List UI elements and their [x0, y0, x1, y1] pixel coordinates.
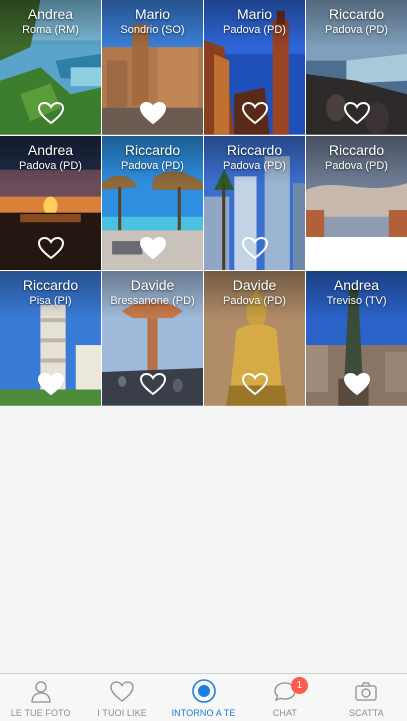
photo-author[interactable]: Mario: [102, 6, 203, 22]
tab-label: SCATTA: [348, 708, 384, 718]
photo-tile[interactable]: Riccardo Padova (PD): [102, 135, 203, 271]
tab-chat[interactable]: 1 CHAT: [244, 674, 325, 721]
tab-label: INTORNO A TE: [171, 708, 236, 718]
like-heart-icon[interactable]: [343, 101, 371, 125]
photo-tile[interactable]: Riccardo Padova (PD): [306, 135, 407, 271]
tab-label: CHAT: [272, 708, 298, 718]
photo-location: Padova (PD): [121, 159, 184, 172]
tab-scatta[interactable]: SCATTA: [326, 674, 407, 721]
photo-tile[interactable]: Andrea Roma (RM): [0, 0, 101, 135]
photo-location: Bressanone (PD): [110, 295, 195, 308]
photo-author[interactable]: Riccardo: [0, 277, 101, 293]
tab-intorno-a-te[interactable]: INTORNO A TE: [163, 674, 244, 721]
photo-location: Padova (PD): [223, 24, 286, 36]
photo-author[interactable]: Davide: [102, 277, 203, 293]
like-heart-icon[interactable]: [241, 101, 269, 125]
photo-tile[interactable]: Riccardo Padova (PD): [204, 135, 305, 271]
photo-author[interactable]: Andrea: [306, 277, 407, 293]
like-heart-icon[interactable]: [139, 101, 167, 125]
tab-i-tuoi-like[interactable]: I TUOI LIKE: [81, 674, 162, 721]
photo-author[interactable]: Mario: [204, 6, 305, 22]
photo-tile[interactable]: Andrea Treviso (TV): [306, 271, 407, 406]
photo-author[interactable]: Andrea: [0, 142, 101, 158]
photo-author[interactable]: Riccardo: [102, 142, 203, 158]
photo-location: Sondrio (SO): [120, 24, 185, 36]
photo-tile[interactable]: Andrea Padova (PD): [0, 135, 101, 271]
camera-icon: [353, 678, 379, 704]
tab-bar: LE TUE FOTO I TUOI LIKE INTORNO A TE 1 C…: [0, 673, 407, 721]
photo-tile[interactable]: Davide Bressanone (PD): [102, 271, 203, 406]
tab-label: LE TUE FOTO: [10, 708, 71, 718]
photo-tile[interactable]: Riccardo Pisa (PI): [0, 271, 101, 406]
like-heart-icon[interactable]: [343, 372, 371, 396]
tab-label: I TUOI LIKE: [97, 708, 147, 718]
photo-location: Roma (RM): [22, 24, 79, 36]
like-heart-icon[interactable]: [241, 236, 269, 260]
location-icon: [191, 678, 217, 704]
photo-location: Padova (PD): [325, 159, 388, 172]
photo-location: Padova (PD): [325, 24, 388, 36]
photo-author[interactable]: Riccardo: [306, 142, 407, 158]
like-heart-icon[interactable]: [139, 372, 167, 396]
photo-tile[interactable]: Mario Sondrio (SO): [102, 0, 203, 135]
photo-author[interactable]: Davide: [204, 277, 305, 293]
like-heart-icon[interactable]: [37, 101, 65, 125]
photo-location: Padova (PD): [223, 159, 286, 172]
like-heart-icon[interactable]: [37, 372, 65, 396]
heart-icon: [109, 678, 135, 704]
like-heart-icon[interactable]: [343, 236, 371, 260]
photo-author[interactable]: Andrea: [0, 6, 101, 22]
photo-location: Padova (PD): [19, 159, 82, 172]
photo-tile[interactable]: Mario Padova (PD): [204, 0, 305, 135]
photo-author[interactable]: Riccardo: [306, 6, 407, 22]
like-heart-icon[interactable]: [139, 236, 167, 260]
photo-tile[interactable]: Davide Padova (PD): [204, 271, 305, 406]
photo-author[interactable]: Riccardo: [204, 142, 305, 158]
photo-tile[interactable]: Riccardo Padova (PD): [306, 0, 407, 135]
photo-grid: Andrea Roma (RM) Mario Sondrio (SO) Mari…: [0, 0, 407, 406]
like-heart-icon[interactable]: [241, 372, 269, 396]
person-icon: [28, 678, 54, 704]
tab-le-tue-foto[interactable]: LE TUE FOTO: [0, 674, 81, 721]
photo-location: Treviso (TV): [326, 295, 387, 308]
like-heart-icon[interactable]: [37, 236, 65, 260]
photo-location: Pisa (PI): [29, 295, 72, 308]
chat-unread-badge: 1: [290, 677, 308, 694]
photo-location: Padova (PD): [223, 295, 286, 308]
